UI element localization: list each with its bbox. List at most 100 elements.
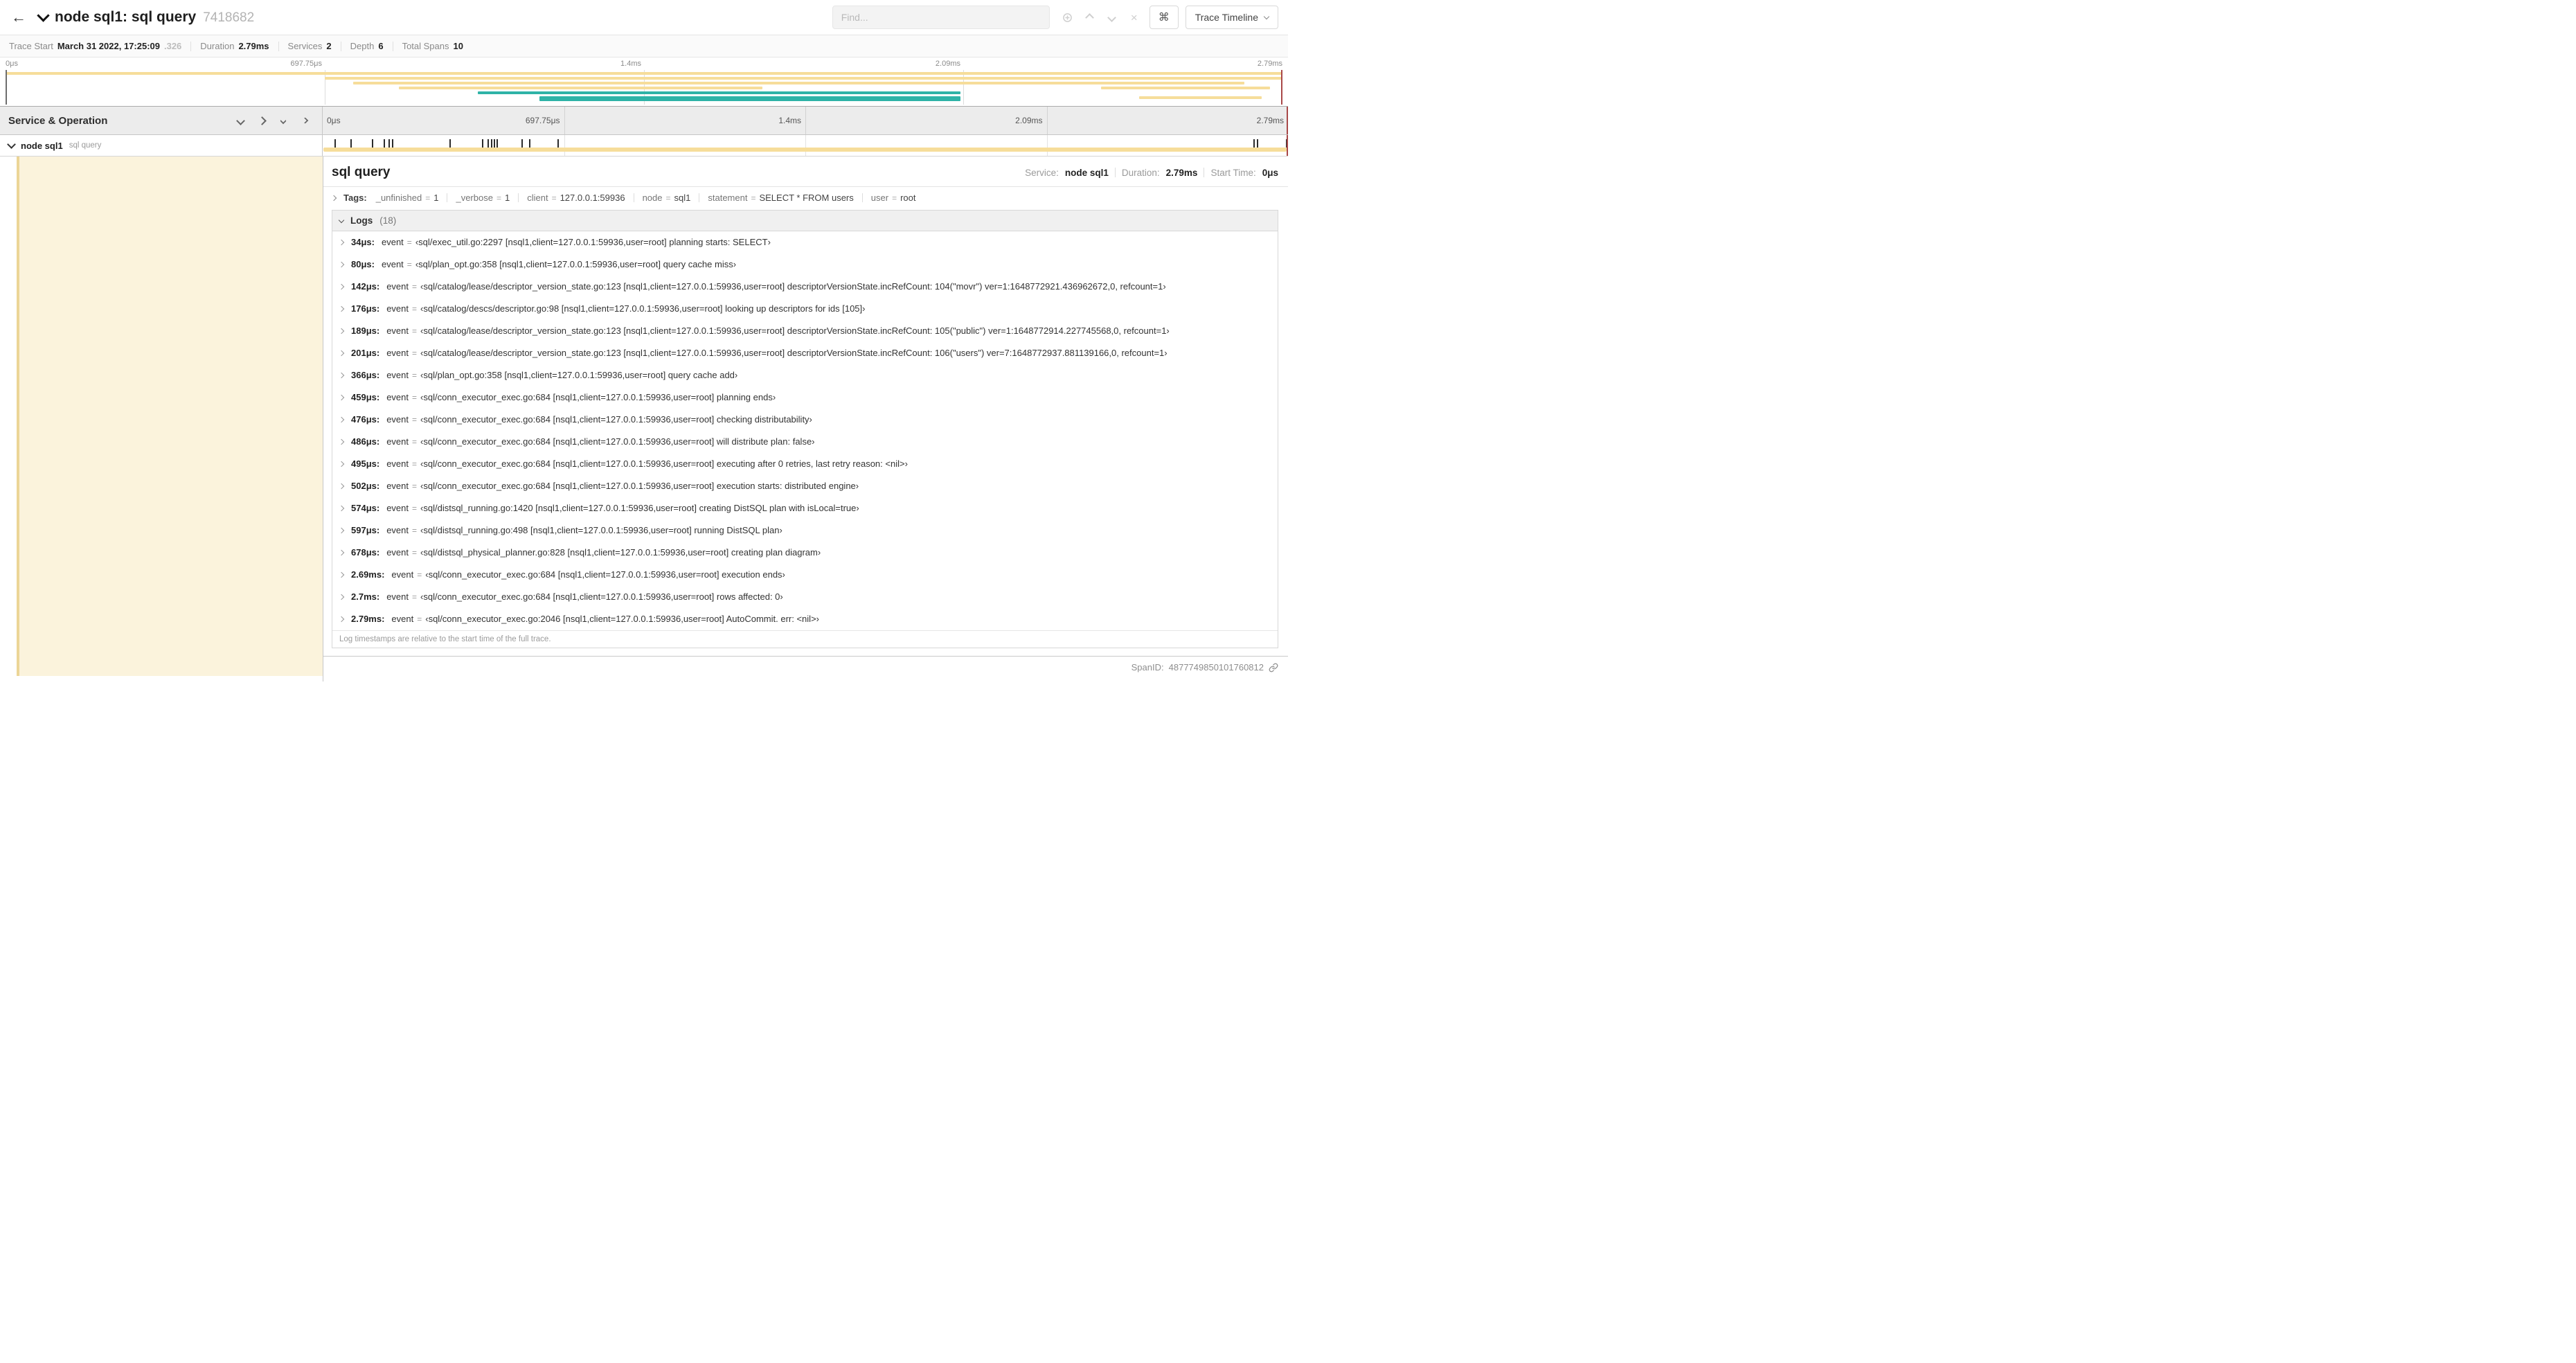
- log-entry-row[interactable]: 2.7ms: event = ‹sql/conn_executor_exec.g…: [332, 586, 1278, 608]
- log-entry-row[interactable]: 678μs: event = ‹sql/distsql_physical_pla…: [332, 542, 1278, 564]
- log-timestamp: 486μs:: [351, 436, 380, 447]
- expand-one-level-icon[interactable]: [235, 116, 245, 125]
- log-timestamp: 142μs:: [351, 281, 380, 292]
- summary-label: Trace Start: [9, 41, 53, 51]
- command-icon: ⌘: [1158, 12, 1170, 24]
- log-entry-row[interactable]: 366μs: event = ‹sql/plan_opt.go:358 [nsq…: [332, 364, 1278, 386]
- log-entry-row[interactable]: 176μs: event = ‹sql/catalog/descs/descri…: [332, 298, 1278, 320]
- trace-timeline-dropdown[interactable]: Trace Timeline: [1185, 6, 1278, 29]
- meta-label: Service:: [1025, 167, 1059, 178]
- log-field-name: event: [386, 281, 409, 292]
- log-field-value: ‹sql/conn_executor_exec.go:684 [nsql1,cl…: [420, 458, 908, 469]
- span-row-track[interactable]: [323, 135, 1288, 156]
- minimap-time-label: 2.79ms: [1257, 60, 1282, 68]
- span-expand-chevron-icon[interactable]: [7, 139, 16, 149]
- chevron-right-icon: [338, 616, 345, 623]
- chevron-right-icon: [338, 394, 345, 401]
- tag-item: _unfinished = 1: [376, 193, 439, 203]
- log-rows: 34μs: event = ‹sql/exec_util.go:2297 [ns…: [332, 231, 1278, 630]
- summary-depth: Depth 6: [350, 41, 384, 51]
- chevron-right-icon: [338, 328, 345, 335]
- log-entry-row[interactable]: 476μs: event = ‹sql/conn_executor_exec.g…: [332, 409, 1278, 431]
- link-icon[interactable]: [1269, 663, 1278, 672]
- summary-duration: Duration 2.79ms: [200, 41, 269, 51]
- log-equals: =: [406, 238, 412, 247]
- summary-label: Total Spans: [402, 41, 449, 51]
- log-entry-row[interactable]: 34μs: event = ‹sql/exec_util.go:2297 [ns…: [332, 231, 1278, 253]
- tag-equals: =: [425, 193, 431, 203]
- keyboard-shortcuts-button[interactable]: ⌘: [1149, 6, 1179, 29]
- minimap-span-bar: [325, 77, 1282, 80]
- log-marker-tick: [482, 139, 483, 148]
- log-entry-row[interactable]: 502μs: event = ‹sql/conn_executor_exec.g…: [332, 475, 1278, 497]
- span-detail-header: sql query Service: node sql1 Duration: 2…: [323, 157, 1288, 187]
- span-service-name: node sql1: [21, 140, 63, 151]
- selected-span-highlight: [17, 157, 323, 676]
- log-marker-tick: [529, 139, 531, 148]
- chevron-right-icon: [338, 261, 345, 268]
- log-field-value: ‹sql/distsql_physical_planner.go:828 [ns…: [420, 547, 821, 558]
- tag-separator: [518, 193, 519, 202]
- log-entry-row[interactable]: 2.79ms: event = ‹sql/conn_executor_exec.…: [332, 608, 1278, 630]
- meta-label: Start Time:: [1210, 167, 1256, 178]
- viewport-scrubber-right[interactable]: [1281, 70, 1282, 105]
- log-entry-row[interactable]: 142μs: event = ‹sql/catalog/lease/descri…: [332, 276, 1278, 298]
- log-marker-tick: [1257, 139, 1259, 148]
- next-result-icon[interactable]: [1107, 12, 1118, 23]
- tag-item: client = 127.0.0.1:59936: [527, 193, 625, 203]
- logs-accordion-header[interactable]: Logs (18): [332, 211, 1278, 231]
- log-entry-row[interactable]: 2.69ms: event = ‹sql/conn_executor_exec.…: [332, 564, 1278, 586]
- span-row-node-sql1[interactable]: node sql1 sql query: [0, 135, 1288, 157]
- service-operation-title: Service & Operation: [8, 114, 108, 127]
- log-timestamp: 495μs:: [351, 458, 380, 469]
- gridline: [1046, 107, 1048, 134]
- log-field-value: ‹sql/conn_executor_exec.go:684 [nsql1,cl…: [420, 436, 815, 447]
- prev-result-icon[interactable]: [1084, 12, 1095, 23]
- log-timestamp: 80μs:: [351, 259, 375, 269]
- collapse-one-level-icon[interactable]: [257, 116, 267, 125]
- viewport-scrubber-left[interactable]: [6, 70, 7, 105]
- ruler-label: 0μs: [327, 116, 341, 125]
- log-entry-row[interactable]: 495μs: event = ‹sql/conn_executor_exec.g…: [332, 453, 1278, 475]
- chevron-right-icon: [338, 461, 345, 467]
- tag-value: 1: [504, 193, 510, 203]
- back-button[interactable]: ←: [0, 0, 37, 35]
- log-equals: =: [412, 326, 418, 336]
- log-entry-row[interactable]: 597μs: event = ‹sql/distsql_running.go:4…: [332, 519, 1278, 542]
- find-input[interactable]: [832, 6, 1050, 29]
- tags-accordion[interactable]: Tags: _unfinished = 1 _verbose = 1 clien…: [323, 187, 1288, 208]
- span-bar[interactable]: [323, 148, 1287, 152]
- log-field-value: ‹sql/plan_opt.go:358 [nsql1,client=127.0…: [420, 370, 738, 380]
- log-entry-row[interactable]: 486μs: event = ‹sql/conn_executor_exec.g…: [332, 431, 1278, 453]
- expand-all-icon[interactable]: [278, 116, 288, 125]
- divider: [1114, 168, 1116, 177]
- log-entry-row[interactable]: 189μs: event = ‹sql/catalog/lease/descri…: [332, 320, 1278, 342]
- collapse-all-icon[interactable]: [300, 116, 310, 125]
- log-equals: =: [412, 526, 418, 535]
- span-row-name-column[interactable]: node sql1 sql query: [0, 135, 323, 156]
- zoom-target-icon[interactable]: [1062, 12, 1073, 23]
- tag-key: _verbose: [456, 193, 493, 203]
- timeline-collapse-controls: [235, 116, 310, 125]
- log-entry-row[interactable]: 201μs: event = ‹sql/catalog/lease/descri…: [332, 342, 1278, 364]
- clear-search-icon[interactable]: ×: [1129, 12, 1140, 24]
- log-marker-tick: [557, 139, 559, 148]
- trace-collapse-chevron-icon[interactable]: [37, 9, 50, 24]
- log-marker-tick: [488, 139, 490, 148]
- minimap-span-bar: [1139, 96, 1262, 99]
- span-id-value: 4877749850101760812: [1168, 662, 1264, 672]
- log-entry-row[interactable]: 459μs: event = ‹sql/conn_executor_exec.g…: [332, 386, 1278, 409]
- log-timestamp: 2.7ms:: [351, 591, 380, 602]
- log-marker-tick: [350, 139, 352, 148]
- ruler-label: 697.75μs: [525, 116, 560, 125]
- log-field-value: ‹sql/conn_executor_exec.go:2046 [nsql1,c…: [425, 614, 819, 624]
- log-entry-row[interactable]: 574μs: event = ‹sql/distsql_running.go:1…: [332, 497, 1278, 519]
- find-controls: ×: [1062, 12, 1140, 24]
- tags-label: Tags:: [343, 193, 367, 203]
- minimap-time-axis: 0μs 697.75μs 1.4ms 2.09ms 2.79ms: [6, 57, 1282, 70]
- tag-value: 1: [433, 193, 439, 203]
- minimap-canvas[interactable]: [6, 70, 1282, 105]
- log-equals: =: [412, 481, 418, 491]
- log-entry-row[interactable]: 80μs: event = ‹sql/plan_opt.go:358 [nsql…: [332, 253, 1278, 276]
- log-field-name: event: [391, 614, 414, 624]
